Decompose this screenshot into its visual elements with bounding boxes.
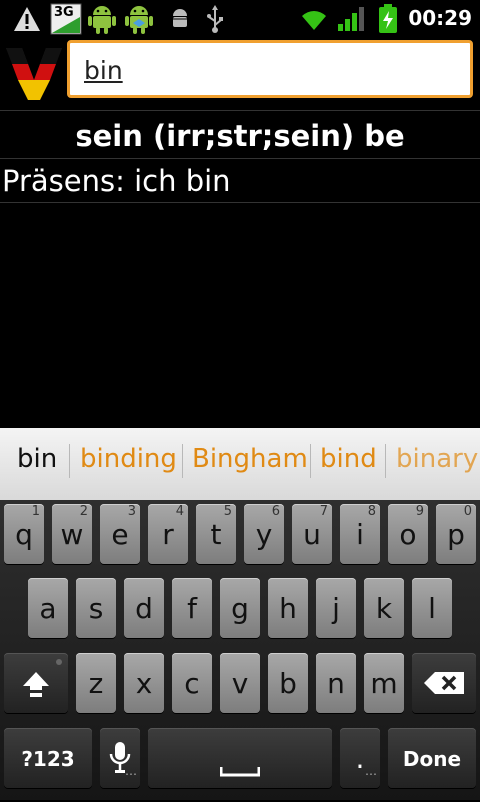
- key-m[interactable]: m: [364, 653, 404, 713]
- key-s[interactable]: s: [76, 578, 116, 638]
- android-debug-icon: [122, 4, 156, 34]
- key-e[interactable]: 3e: [100, 504, 140, 564]
- key-k[interactable]: k: [364, 578, 404, 638]
- app-logo: [4, 44, 64, 102]
- wifi-icon: [298, 4, 330, 34]
- key-t[interactable]: 5t: [196, 504, 236, 564]
- mic-key[interactable]: …: [100, 728, 140, 788]
- key-x[interactable]: x: [124, 653, 164, 713]
- key-a[interactable]: a: [28, 578, 68, 638]
- key-r[interactable]: 4r: [148, 504, 188, 564]
- usb-icon: [204, 4, 226, 34]
- key-h[interactable]: h: [268, 578, 308, 638]
- key-number: 7: [319, 504, 328, 519]
- done-key[interactable]: Done: [388, 728, 476, 788]
- suggestion-item[interactable]: bind: [320, 428, 377, 500]
- symbols-key[interactable]: ?123: [4, 728, 92, 788]
- key-u[interactable]: 7u: [292, 504, 332, 564]
- key-j[interactable]: j: [316, 578, 356, 638]
- key-p[interactable]: 0p: [436, 504, 476, 564]
- key-c[interactable]: c: [172, 653, 212, 713]
- key-label: e: [111, 518, 129, 551]
- separator: [310, 444, 311, 478]
- key-number: 5: [223, 504, 232, 519]
- separator: [69, 444, 70, 478]
- clock: 00:29: [408, 6, 472, 30]
- period-label: .: [355, 742, 365, 775]
- entry-title: sein (irr;str;sein) be: [75, 119, 405, 153]
- suggestion-item[interactable]: bin: [17, 428, 57, 500]
- key-label: r: [162, 518, 174, 551]
- shift-icon: [23, 672, 49, 697]
- key-label: o: [399, 518, 417, 551]
- key-number: 8: [367, 504, 376, 519]
- key-l[interactable]: l: [412, 578, 452, 638]
- key-label: w: [60, 518, 84, 551]
- key-number: 3: [127, 504, 136, 519]
- key-number: 2: [79, 504, 88, 519]
- search-header: [0, 38, 480, 110]
- space-key[interactable]: [148, 728, 332, 788]
- suggestion-strip: bin binding Bingham bind binary: [0, 428, 480, 500]
- key-number: 1: [31, 504, 40, 519]
- key-label: u: [303, 518, 321, 551]
- divider: [0, 158, 480, 159]
- key-d[interactable]: d: [124, 578, 164, 638]
- suggestion-item[interactable]: binding: [80, 428, 177, 500]
- android-icon: [86, 4, 118, 34]
- entry-body: Präsens: ich bin: [2, 164, 231, 198]
- signal-icon: [336, 4, 366, 34]
- key-v[interactable]: v: [220, 653, 260, 713]
- warning-icon: [12, 4, 42, 34]
- separator: [385, 444, 386, 478]
- more-dots: …: [365, 764, 377, 778]
- key-y[interactable]: 6y: [244, 504, 284, 564]
- key-number: 0: [463, 504, 472, 519]
- usb-debug-icon: [168, 4, 192, 34]
- network-badge: 3G: [54, 5, 74, 20]
- key-label: p: [447, 518, 465, 551]
- shift-lock-indicator: [56, 659, 62, 665]
- key-f[interactable]: f: [172, 578, 212, 638]
- backspace-icon: [424, 672, 464, 694]
- key-label: q: [15, 518, 33, 551]
- space-icon: [220, 767, 260, 777]
- key-label: i: [356, 518, 364, 551]
- key-o[interactable]: 9o: [388, 504, 428, 564]
- search-input[interactable]: [84, 53, 454, 87]
- 3g-icon: 3G: [50, 3, 82, 35]
- key-g[interactable]: g: [220, 578, 260, 638]
- key-label: t: [210, 518, 222, 551]
- more-dots: …: [125, 764, 137, 778]
- suggestion-item[interactable]: binary: [396, 428, 480, 500]
- soft-keyboard: 1q 2w 3e 4r 5t 6y 7u 8i 9o 0p a s d f g …: [0, 500, 480, 800]
- key-n[interactable]: n: [316, 653, 356, 713]
- key-number: 9: [415, 504, 424, 519]
- key-q[interactable]: 1q: [4, 504, 44, 564]
- shift-key[interactable]: [4, 653, 68, 713]
- key-number: 6: [271, 504, 280, 519]
- divider: [0, 202, 480, 203]
- key-i[interactable]: 8i: [340, 504, 380, 564]
- separator: [182, 444, 183, 478]
- period-key[interactable]: . …: [340, 728, 380, 788]
- status-bar: 3G 00:29: [0, 0, 480, 38]
- backspace-key[interactable]: [412, 653, 476, 713]
- key-number: 4: [175, 504, 184, 519]
- divider: [0, 110, 480, 111]
- key-b[interactable]: b: [268, 653, 308, 713]
- search-box[interactable]: [67, 40, 473, 98]
- key-w[interactable]: 2w: [52, 504, 92, 564]
- suggestion-item[interactable]: Bingham: [192, 428, 308, 500]
- battery-icon: [376, 4, 400, 34]
- key-label: y: [255, 518, 273, 551]
- key-z[interactable]: z: [76, 653, 116, 713]
